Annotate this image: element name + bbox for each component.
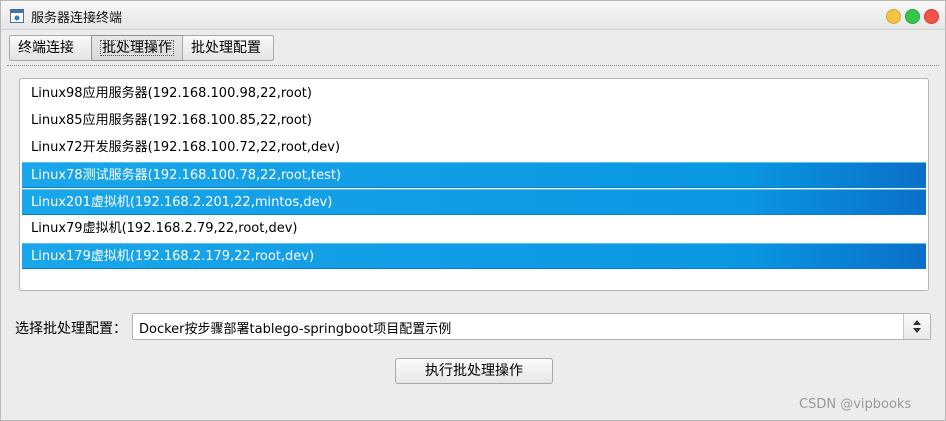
tab-divider: [7, 65, 939, 66]
server-list-item-selected[interactable]: Linux201虚拟机(192.168.2.201,22,mintos,dev): [22, 189, 926, 215]
tab-label: 批处理操作: [100, 40, 174, 56]
server-list[interactable]: Linux98应用服务器(192.168.100.98,22,root) Lin…: [19, 78, 929, 291]
close-button[interactable]: [924, 9, 939, 24]
window-title: 服务器连接终端: [31, 11, 123, 26]
run-batch-button[interactable]: 执行批处理操作: [395, 358, 553, 384]
server-list-item[interactable]: Linux72开发服务器(192.168.100.72,22,root,dev): [22, 135, 926, 161]
server-list-item[interactable]: Linux79虚拟机(192.168.2.79,22,root,dev): [22, 216, 926, 242]
tab-batch-operation[interactable]: 批处理操作: [91, 35, 189, 61]
batch-config-select[interactable]: Docker按步骤部署tablego-springboot项目配置示例: [132, 313, 931, 340]
app-window: 服务器连接终端 终端连接 批处理操作 批处理配置 Linux98应用服务器(19…: [0, 0, 946, 421]
server-list-item[interactable]: Linux98应用服务器(192.168.100.98,22,root): [22, 81, 926, 107]
tab-batch-config[interactable]: 批处理配置: [182, 35, 274, 61]
maximize-button[interactable]: [905, 9, 920, 24]
terminal-app-icon: [10, 9, 24, 23]
tab-label: 终端连接: [18, 40, 74, 56]
watermark: CSDN @vipbooks: [799, 397, 912, 412]
minimize-button[interactable]: [886, 9, 901, 24]
server-list-item-selected[interactable]: Linux78测试服务器(192.168.100.78,22,root,test…: [22, 162, 926, 188]
tab-terminal-connect[interactable]: 终端连接: [9, 35, 93, 61]
title-bar[interactable]: 服务器连接终端: [1, 1, 945, 30]
server-list-item-selected[interactable]: Linux179虚拟机(192.168.2.179,22,root,dev): [22, 243, 926, 269]
tab-label: 批处理配置: [191, 40, 261, 56]
server-list-item[interactable]: Linux85应用服务器(192.168.100.85,22,root): [22, 108, 926, 134]
batch-config-label: 选择批处理配置：: [15, 321, 127, 337]
batch-config-value: Docker按步骤部署tablego-springboot项目配置示例: [139, 322, 452, 337]
select-arrows-icon[interactable]: [903, 314, 930, 339]
